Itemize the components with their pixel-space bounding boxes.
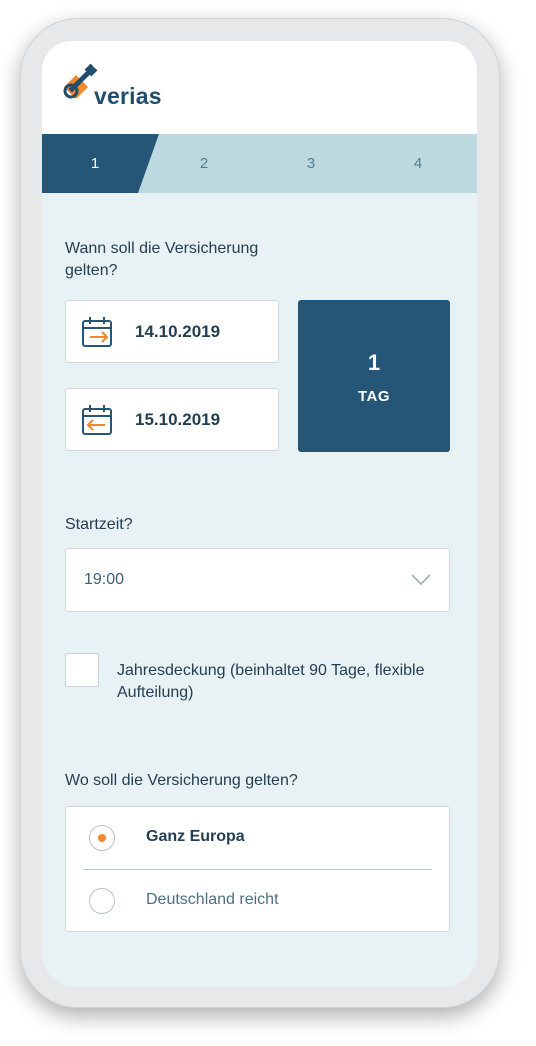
region-question: Wo soll die Versicherung gelten? <box>65 772 298 789</box>
duration-unit: TAG <box>357 388 391 405</box>
duration-value: 1 <box>367 350 381 375</box>
region-option-label: Deutschland reicht <box>146 891 279 908</box>
start-date-field[interactable]: 14.10.2019 <box>65 300 279 363</box>
radio-button-selected[interactable] <box>89 825 115 851</box>
start-date-value: 14.10.2019 <box>135 322 221 341</box>
step-2[interactable]: 2 <box>189 134 219 193</box>
start-time-question: Startzeit? <box>65 516 133 533</box>
step-3[interactable]: 3 <box>296 134 326 193</box>
step-4[interactable]: 4 <box>403 134 433 193</box>
app-screen: verias 1 2 3 4 Wann soll die Versicherun… <box>42 41 477 987</box>
radio-button[interactable] <box>89 888 115 914</box>
brand-name: verias <box>94 83 162 109</box>
region-option-label: Ganz Europa <box>146 828 245 845</box>
start-time-select[interactable]: 19:00 <box>65 548 450 612</box>
end-date-field[interactable]: 15.10.2019 <box>65 388 279 451</box>
annual-cover-label: Jahresdeckung (beinhaltet 90 Tage, flexi… <box>117 662 425 701</box>
duration-badge: 1 TAG <box>298 300 450 452</box>
end-date-value: 15.10.2019 <box>135 410 221 429</box>
region-radio-group: Ganz Europa Deutschland reicht <box>65 806 450 932</box>
progress-stepper: 1 2 3 4 <box>42 134 477 193</box>
coverage-period-question: Wann soll die Versicherung gelten? <box>65 240 259 279</box>
radio-dot <box>98 834 106 842</box>
calendar-arrow-right-icon <box>82 317 112 347</box>
start-time-value: 19:00 <box>84 571 125 588</box>
region-option-europe[interactable]: Ganz Europa <box>66 807 449 869</box>
step-1[interactable]: 1 <box>80 134 110 193</box>
annual-cover-checkbox[interactable] <box>65 653 99 687</box>
calendar-arrow-left-icon <box>82 405 112 435</box>
chevron-down-icon <box>411 574 431 586</box>
region-option-germany[interactable]: Deutschland reicht <box>66 870 449 932</box>
app-header: verias <box>42 41 477 134</box>
